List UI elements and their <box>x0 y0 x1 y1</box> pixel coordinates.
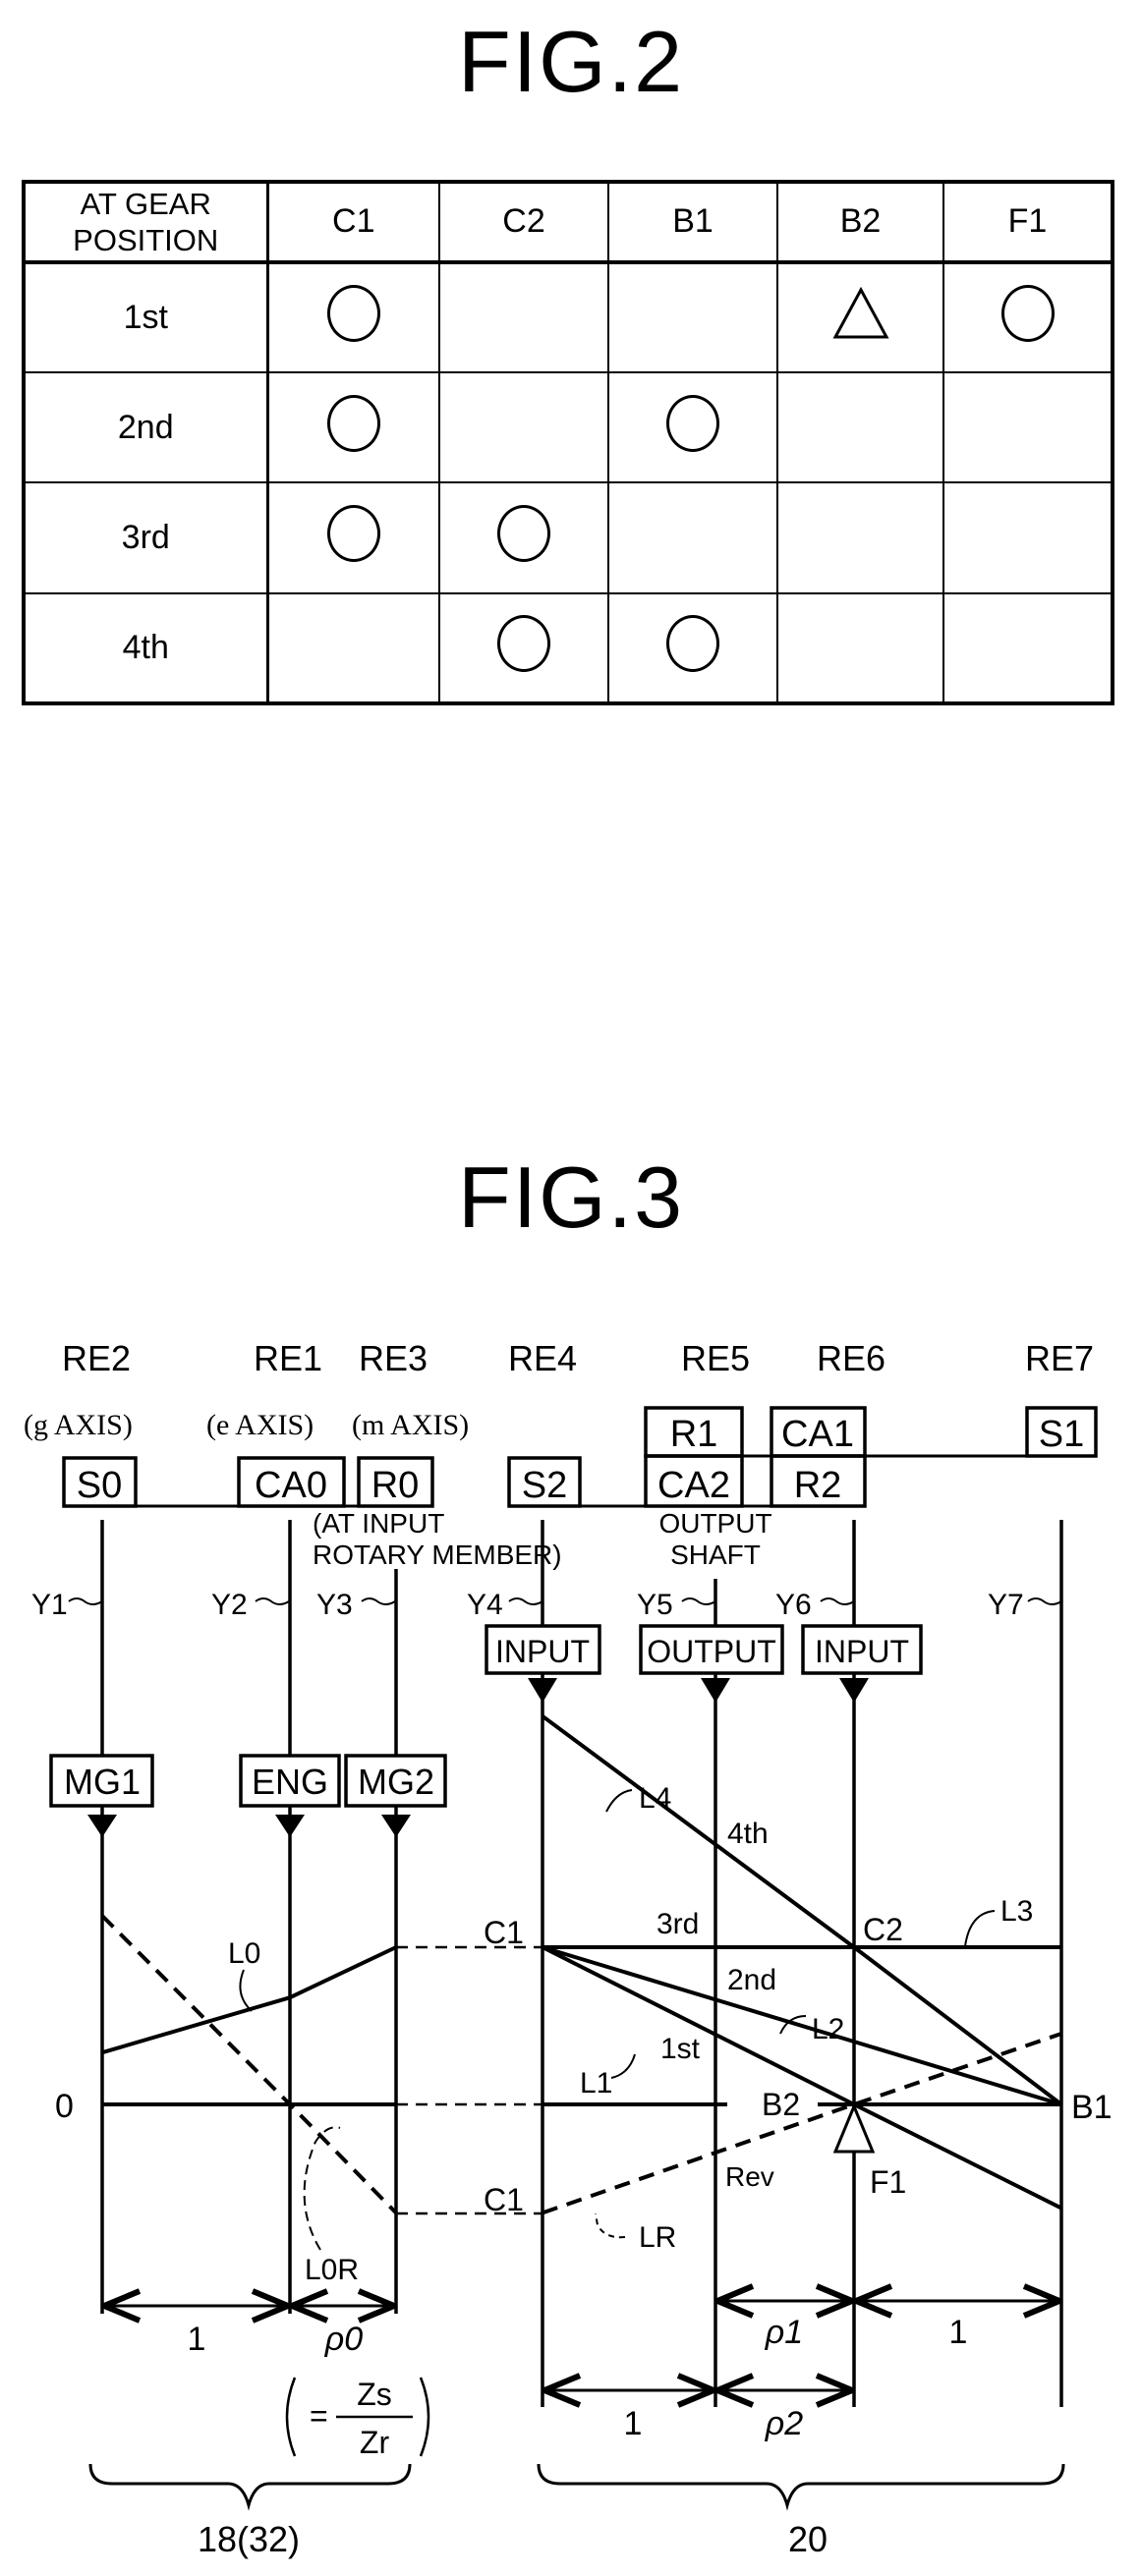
leader-y5 <box>681 1597 716 1605</box>
rho0-formula: = Zs Zr <box>285 2377 430 2460</box>
arrow-down-icon <box>839 1678 869 1703</box>
label-y2: Y2 <box>211 1589 248 1621</box>
dim-label-rho2: ρ2 <box>765 2405 803 2442</box>
one-way-clutch-f1-icon <box>832 2102 876 2154</box>
dim-label-re2-re1: 1 <box>188 2321 206 2358</box>
label-2nd: 2nd <box>727 1964 776 1996</box>
label-b2: B2 <box>762 2087 800 2122</box>
label-4th: 4th <box>727 1818 769 1850</box>
label-c1-left: C1 <box>484 1915 524 1950</box>
leader-y7 <box>1027 1597 1062 1605</box>
dim-label-re4-re5: 1 <box>624 2405 643 2442</box>
label-re7: RE7 <box>1025 1338 1094 1378</box>
label-l0: L0 <box>228 1937 260 1970</box>
member-s2: S2 <box>522 1465 567 1506</box>
formula-denominator: Zr <box>360 2425 390 2460</box>
member-r1: R1 <box>670 1414 718 1455</box>
member-s0: S0 <box>77 1465 122 1506</box>
label-re1: RE1 <box>254 1338 322 1378</box>
label-1st: 1st <box>660 2033 701 2065</box>
label-re3: RE3 <box>359 1338 428 1378</box>
source-mg2: MG2 <box>358 1762 434 1802</box>
label-l0r: L0R <box>305 2254 359 2286</box>
label-y4: Y4 <box>467 1589 503 1621</box>
leader-l0 <box>239 1969 253 2012</box>
formula-paren-left <box>285 2377 297 2457</box>
label-re6: RE6 <box>817 1338 885 1378</box>
label-re2: RE2 <box>62 1338 131 1378</box>
source-output-re5: OUTPUT <box>647 1634 776 1669</box>
note-at-input-1: (AT INPUT <box>313 1508 444 1539</box>
label-l2: L2 <box>812 2013 844 2045</box>
label-3rd: 3rd <box>657 1908 699 1940</box>
label-y5: Y5 <box>637 1589 673 1621</box>
dim-label-re6-re7: 1 <box>949 2314 968 2351</box>
label-c1-rev: C1 <box>484 2182 524 2217</box>
note-at-input-2: ROTARY MEMBER) <box>313 1540 562 1570</box>
leader-y3 <box>361 1597 396 1605</box>
ref-right-group: 20 <box>788 2519 828 2559</box>
axis-note-g: (g AXIS) <box>24 1409 133 1441</box>
arrow-down-icon <box>381 1815 411 1837</box>
axis-note-e: (e AXIS) <box>206 1409 314 1441</box>
label-y6: Y6 <box>775 1589 812 1621</box>
member-ca1: CA1 <box>781 1414 854 1455</box>
arrow-down-icon <box>87 1815 117 1837</box>
speed-line-l1 <box>542 1945 1062 2211</box>
label-y3: Y3 <box>316 1589 353 1621</box>
label-lr: LR <box>639 2221 676 2254</box>
formula-paren-right <box>419 2377 430 2457</box>
member-ca0: CA0 <box>255 1465 327 1506</box>
ref-left-group: 18(32) <box>198 2519 300 2559</box>
label-re5: RE5 <box>681 1338 750 1378</box>
speed-line-lr <box>542 2032 1062 2215</box>
label-f1: F1 <box>870 2164 906 2200</box>
leader-l1 <box>610 2053 636 2079</box>
member-r2: R2 <box>794 1465 842 1506</box>
axis-note-m: (m AXIS) <box>352 1409 469 1441</box>
label-l4: L4 <box>639 1782 671 1815</box>
label-y7: Y7 <box>988 1589 1024 1621</box>
label-zero: 0 <box>55 2088 74 2125</box>
collinear-diagram: RE2 RE1 RE3 RE4 RE5 RE6 RE7 (g AXIS) (e … <box>24 1338 1113 2559</box>
arrow-down-icon <box>701 1678 730 1703</box>
leader-y6 <box>820 1597 855 1605</box>
label-l3: L3 <box>1000 1895 1033 1928</box>
note-output-2: SHAFT <box>670 1540 761 1570</box>
source-eng: ENG <box>252 1762 328 1802</box>
formula-numerator: Zs <box>357 2377 392 2412</box>
leader-y1 <box>68 1597 103 1605</box>
label-l1: L1 <box>580 2067 612 2100</box>
arrow-down-icon <box>275 1815 305 1837</box>
source-input-re6: INPUT <box>815 1634 909 1669</box>
label-b1: B1 <box>1071 2089 1113 2126</box>
label-re4: RE4 <box>508 1338 577 1378</box>
brace-right <box>537 2463 1065 2511</box>
leader-l0r <box>303 2126 341 2251</box>
member-s1: S1 <box>1039 1414 1084 1455</box>
leader-y4 <box>508 1597 543 1605</box>
leader-y2 <box>255 1597 290 1605</box>
leader-lr <box>595 2212 626 2239</box>
arrow-down-icon <box>528 1678 557 1703</box>
member-ca2: CA2 <box>657 1465 730 1506</box>
speed-line-l2 <box>542 1945 1062 2106</box>
source-mg1: MG1 <box>64 1762 141 1802</box>
member-r0: R0 <box>371 1465 420 1506</box>
dim-label-rho0: ρ0 <box>324 2321 363 2358</box>
label-y1: Y1 <box>31 1589 68 1621</box>
formula-equals: = <box>310 2398 328 2434</box>
label-c2: C2 <box>863 1912 903 1947</box>
brace-left <box>88 2463 412 2511</box>
source-input-re4: INPUT <box>495 1634 590 1669</box>
note-output-1: OUTPUT <box>658 1508 771 1539</box>
dim-label-rho1: ρ1 <box>765 2314 803 2351</box>
label-rev: Rev <box>725 2161 774 2192</box>
leader-l4 <box>605 1789 633 1813</box>
leader-l3 <box>964 1910 996 1947</box>
speed-line-l4 <box>541 1714 1063 2106</box>
